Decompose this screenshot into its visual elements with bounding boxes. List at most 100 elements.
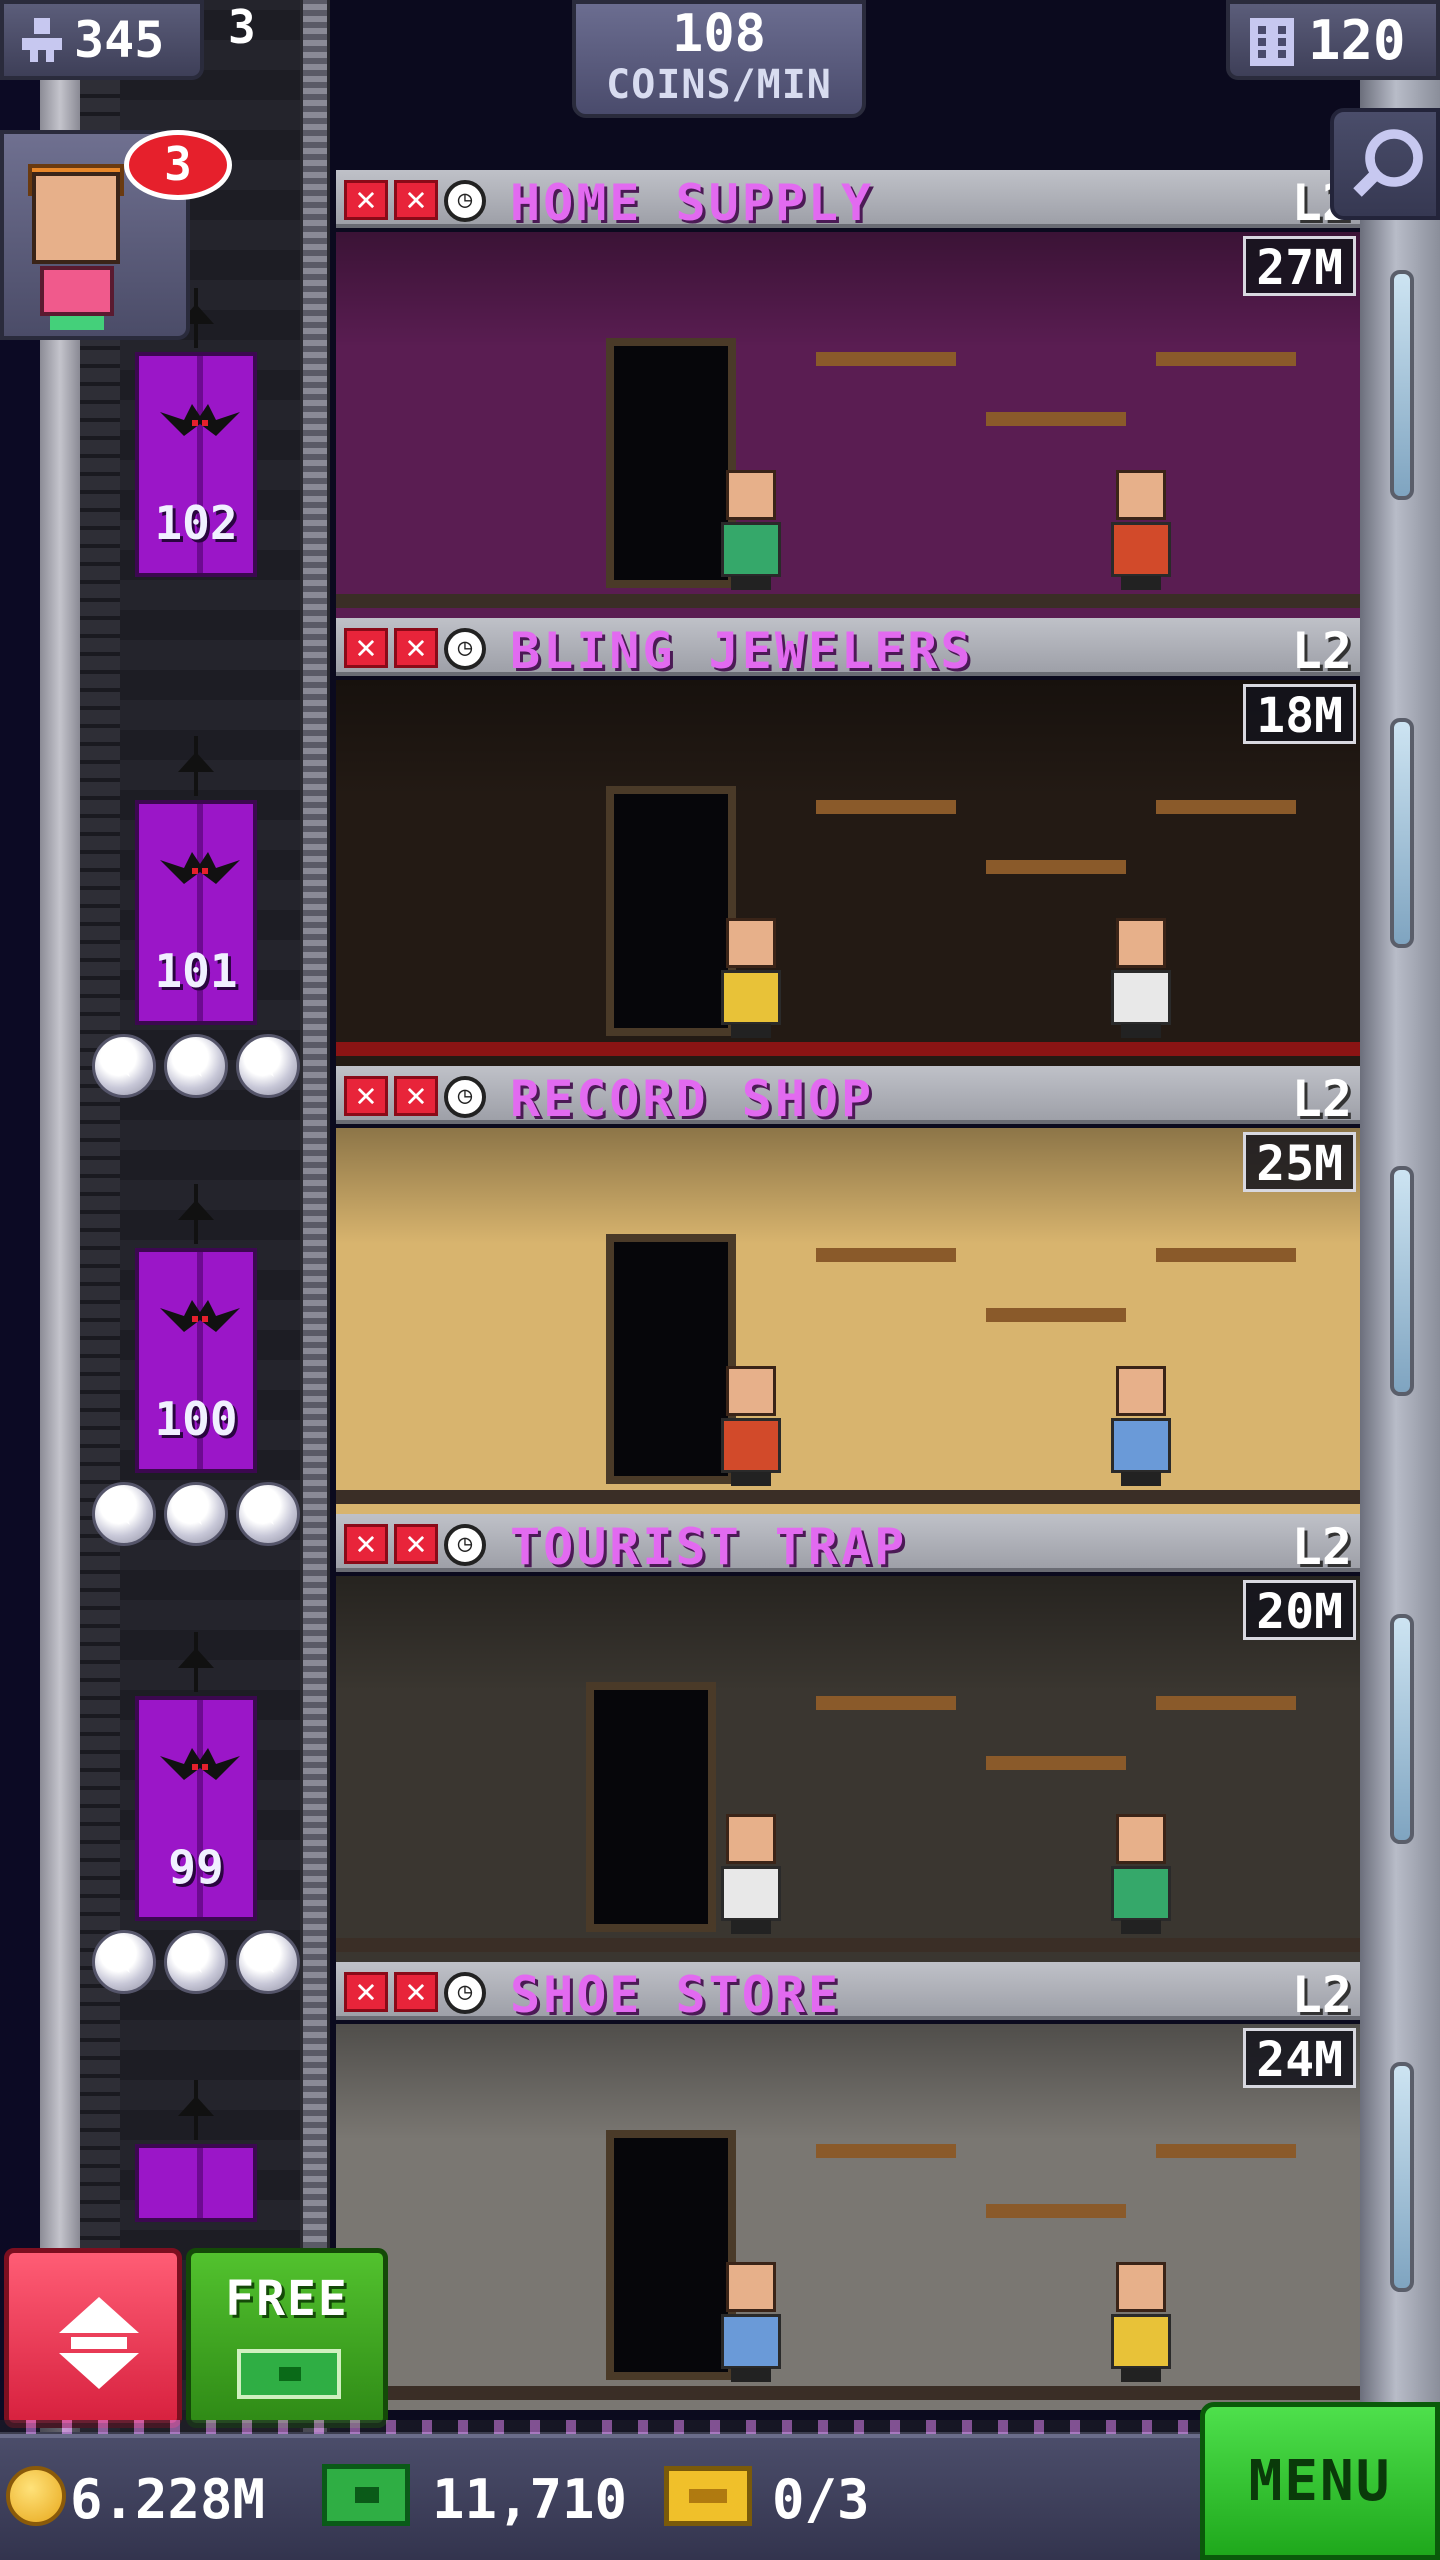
floor-level: L2: [1291, 622, 1352, 680]
elevator-floor-tag: 3: [228, 0, 256, 54]
tower-window: [1390, 1614, 1414, 1844]
star-icon: ★: [92, 1930, 156, 1994]
tickets-value: 0/3: [772, 2468, 870, 2531]
stock-empty-icon: ✕: [394, 1972, 438, 2012]
bat-decoration-icon: [159, 404, 241, 444]
elevator-stop-4[interactable]: [135, 2144, 257, 2222]
bitizen-body: [721, 970, 781, 1025]
floor-4[interactable]: ✕ ✕ ◷ SHOE STORE L2 24M: [336, 1962, 1360, 2410]
bat-decoration-icon: [159, 852, 241, 892]
shelf: [986, 1756, 1126, 1770]
coins-value: 6.228M: [70, 2468, 266, 2531]
shelf: [986, 1308, 1126, 1322]
star-icon: ★: [164, 1930, 228, 1994]
stock-empty-icon: ✕: [344, 1076, 388, 1116]
floor-trim: [336, 1042, 1360, 1056]
floor-star-rating: ★ ★ ★: [92, 1930, 312, 2000]
stock-empty-icon: ✕: [344, 1524, 388, 1564]
floor-2[interactable]: ✕ ✕ ◷ RECORD SHOP L2 25M: [336, 1066, 1360, 1514]
menu-button[interactable]: MENU: [1200, 2402, 1440, 2560]
bitizen-head: [1116, 918, 1166, 968]
bitizen-legs: [731, 2368, 771, 2382]
elevator-pulley-icon: [178, 2080, 214, 2140]
star-icon: ★: [236, 1930, 300, 1994]
floor-trim: [336, 2386, 1360, 2400]
space-background: [0, 0, 40, 2560]
floor-room: [336, 1576, 1360, 1962]
bitizen[interactable]: [1106, 1366, 1176, 1486]
bitizen[interactable]: [716, 2262, 786, 2382]
population-counter[interactable]: 345: [0, 0, 204, 80]
elevator-floor-number: 101: [154, 944, 238, 998]
stock-empty-icon: ✕: [394, 180, 438, 220]
bux-icon: [322, 2464, 410, 2526]
bux-value: 11,710: [432, 2468, 628, 2531]
bitizen-head: [726, 918, 776, 968]
stock-empty-icon: ✕: [394, 1524, 438, 1564]
elevator-stop-2[interactable]: 100: [135, 1248, 257, 1473]
floor-trim: [336, 1938, 1360, 1952]
bat-decoration-icon: [159, 1300, 241, 1340]
star-icon: ★: [164, 1482, 228, 1546]
stock-empty-icon: ✕: [344, 1972, 388, 2012]
elevator-button[interactable]: [4, 2248, 182, 2428]
shelf: [816, 1248, 956, 1262]
tower-window: [1390, 270, 1414, 500]
bitizen-head: [1116, 2262, 1166, 2312]
elevator-floor-number: 99: [168, 1840, 224, 1894]
stock-empty-icon: ✕: [394, 628, 438, 668]
elevator-stop-3[interactable]: 99: [135, 1696, 257, 1921]
bitizen[interactable]: [1106, 918, 1176, 1038]
floor-name: RECORD SHOP: [510, 1070, 875, 1128]
bitizen-body: [721, 2314, 781, 2369]
floor-0[interactable]: ✕ ✕ ◷ HOME SUPPLY L2 27M: [336, 170, 1360, 618]
bitizen-head: [726, 470, 776, 520]
free-bux-button[interactable]: FREE: [186, 2248, 388, 2428]
tower-window: [1390, 1166, 1414, 1396]
bitizen-body: [1111, 1866, 1171, 1921]
shelf: [986, 412, 1126, 426]
coin-icon: [6, 2466, 66, 2526]
bitizen[interactable]: [716, 1814, 786, 1934]
elevator-stop-1[interactable]: 101: [135, 800, 257, 1025]
building-icon: [1250, 18, 1294, 66]
bitizen-body: [721, 1418, 781, 1473]
floor-level: L2: [1291, 1070, 1352, 1128]
star-icon: ★: [164, 1034, 228, 1098]
floor-room: [336, 232, 1360, 618]
bitizen[interactable]: [716, 918, 786, 1038]
floor-header: ✕ ✕ ◷ TOURIST TRAP L2: [336, 1514, 1360, 1576]
stock-empty-icon: ✕: [394, 1076, 438, 1116]
floor-header: ✕ ✕ ◷ BLING JEWELERS L2: [336, 618, 1360, 680]
stock-count: 27M: [1243, 236, 1356, 296]
floor-room: [336, 1128, 1360, 1514]
bitizen-legs: [1121, 1472, 1161, 1486]
clock-icon: ◷: [444, 180, 486, 222]
bitizen[interactable]: [716, 470, 786, 590]
bitizen-head: [1116, 1366, 1166, 1416]
bitizen-head: [726, 1366, 776, 1416]
search-floor-button[interactable]: [1330, 108, 1440, 220]
bitizen-legs: [731, 576, 771, 590]
bux-bill-icon: [237, 2349, 341, 2399]
up-down-arrows-icon: [59, 2297, 139, 2389]
floor-counter[interactable]: 120: [1226, 0, 1440, 80]
bitizen[interactable]: [1106, 1814, 1176, 1934]
elevator-track: [300, 0, 330, 2560]
floor-trim: [336, 1490, 1360, 1504]
coin-rate-display: 108 COINS/MIN: [572, 0, 866, 118]
elevator-stop-0[interactable]: 102: [135, 352, 257, 577]
shelf: [1156, 800, 1296, 814]
bitizen-body: [1111, 1418, 1171, 1473]
bitizen-legs: [731, 1024, 771, 1038]
bitizen-head: [1116, 470, 1166, 520]
floor-1[interactable]: ✕ ✕ ◷ BLING JEWELERS L2 18M: [336, 618, 1360, 1066]
bitizen-legs: [1121, 576, 1161, 590]
coin-rate-unit: COINS/MIN: [606, 62, 832, 108]
bitizen[interactable]: [1106, 470, 1176, 590]
bitizen[interactable]: [716, 1366, 786, 1486]
bitizen[interactable]: [1106, 2262, 1176, 2382]
floor-3[interactable]: ✕ ✕ ◷ TOURIST TRAP L2 20M: [336, 1514, 1360, 1962]
elevator-pulley-icon: [178, 1632, 214, 1692]
floor-header: ✕ ✕ ◷ RECORD SHOP L2: [336, 1066, 1360, 1128]
